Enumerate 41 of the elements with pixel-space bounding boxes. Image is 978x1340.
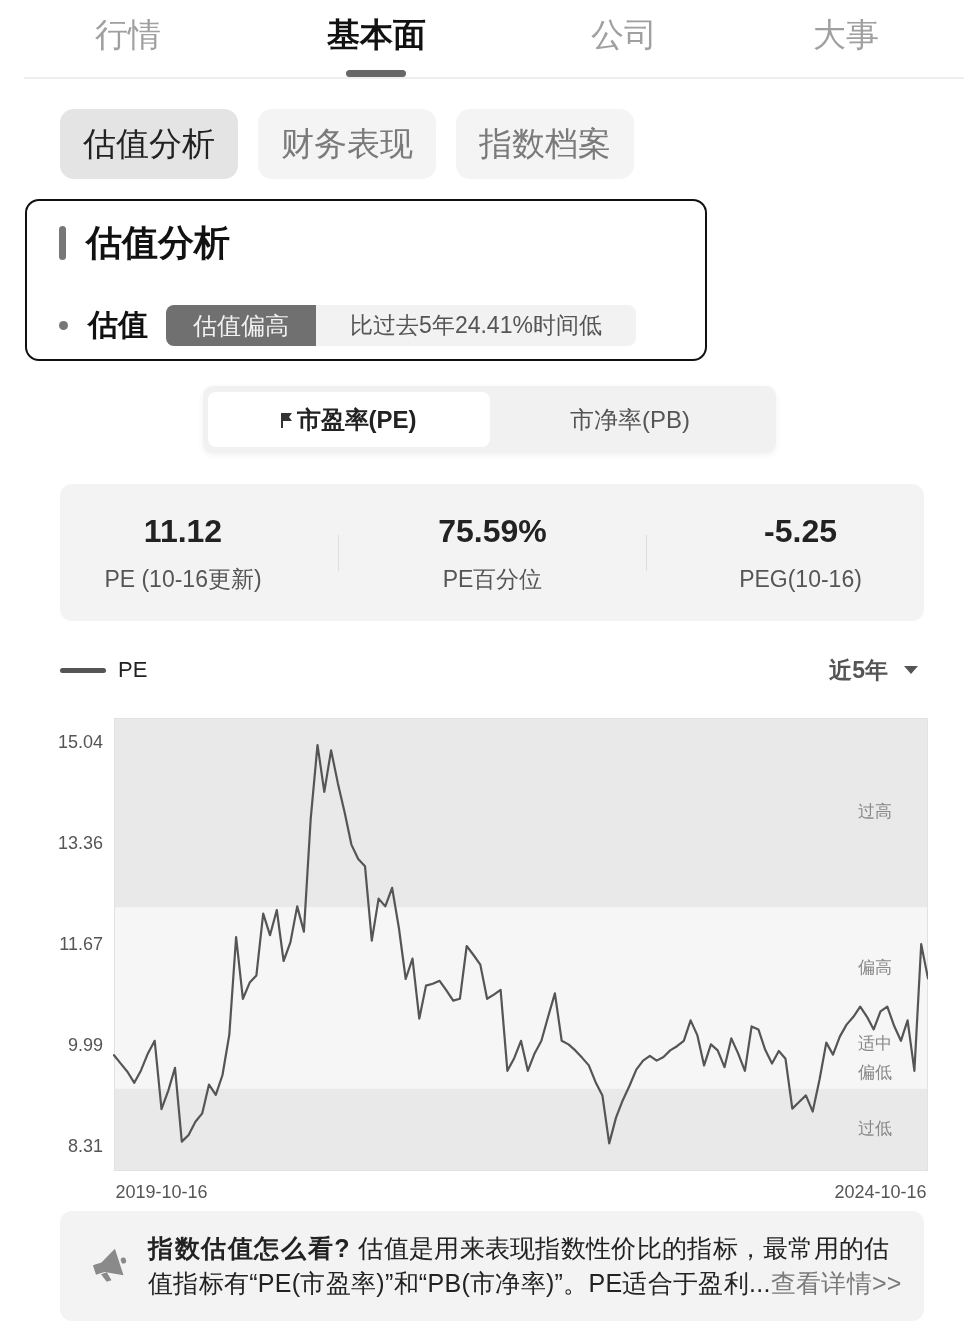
zone-label: 偏低 <box>858 1063 892 1083</box>
zone-label: 适中 <box>858 1033 892 1053</box>
percentile-note: 比过去5年24.41%时间低 <box>316 305 636 346</box>
bullet-dot-icon <box>59 321 68 330</box>
x-axis-label: 2019-10-16 <box>115 1182 208 1202</box>
range-dropdown[interactable]: 近5年 <box>829 654 918 686</box>
view-details-link[interactable]: 查看详情>> <box>770 1269 902 1297</box>
sub-tab[interactable]: 财务表现 <box>258 109 436 179</box>
zone-label: 过高 <box>858 802 892 822</box>
tip-text: 指数估值怎么看? 估值是用来表现指数性价比的指标，最常用的估值指标有“PE(市盈率)”和“PB(市净率)”。PE适合于盈利...查看详情>> <box>148 1233 903 1299</box>
sub-tab[interactable]: 指数档案 <box>456 109 634 179</box>
zone-label: 过低 <box>858 1119 892 1139</box>
y-axis-label: 11.67 <box>59 934 103 955</box>
stat-label: PE (10-16更新) <box>104 564 262 593</box>
y-axis-label: 13.36 <box>58 832 103 853</box>
row-label: 估值 <box>88 307 148 343</box>
top-tab[interactable]: 基本面 <box>232 0 520 77</box>
x-axis-label: 2024-10-16 <box>834 1182 927 1202</box>
y-axis-label: 15.04 <box>58 731 103 752</box>
valuation-badge: 估值偏高 <box>166 305 316 346</box>
title-accent-bar <box>59 226 66 260</box>
card-title: 估值分析 <box>86 223 230 263</box>
top-tab[interactable]: 行情 <box>24 0 232 77</box>
metric-option[interactable]: 市净率(PB) <box>489 392 771 447</box>
metric-option[interactable]: 市盈率(PE) <box>207 392 490 447</box>
y-axis-label: 8.31 <box>67 1135 103 1156</box>
stat-value: 75.59% <box>438 512 547 549</box>
legend-line-icon <box>60 667 106 673</box>
y-axis-label: 9.99 <box>67 1034 103 1055</box>
top-tab[interactable]: 大事 <box>728 0 964 77</box>
stat-label: PE百分位 <box>442 564 543 593</box>
stat-value: 11.12 <box>143 512 223 549</box>
stat-label: PEG(10-16) <box>739 564 862 593</box>
top-tab[interactable]: 公司 <box>520 0 728 77</box>
stat-value: -5.25 <box>764 512 837 549</box>
tab-indicator <box>346 70 406 77</box>
zone-label: 偏高 <box>858 958 892 978</box>
legend-label: PE <box>118 657 148 683</box>
flag-icon <box>280 411 293 428</box>
caret-down-icon <box>904 666 918 674</box>
sub-tab[interactable]: 估值分析 <box>60 109 238 179</box>
